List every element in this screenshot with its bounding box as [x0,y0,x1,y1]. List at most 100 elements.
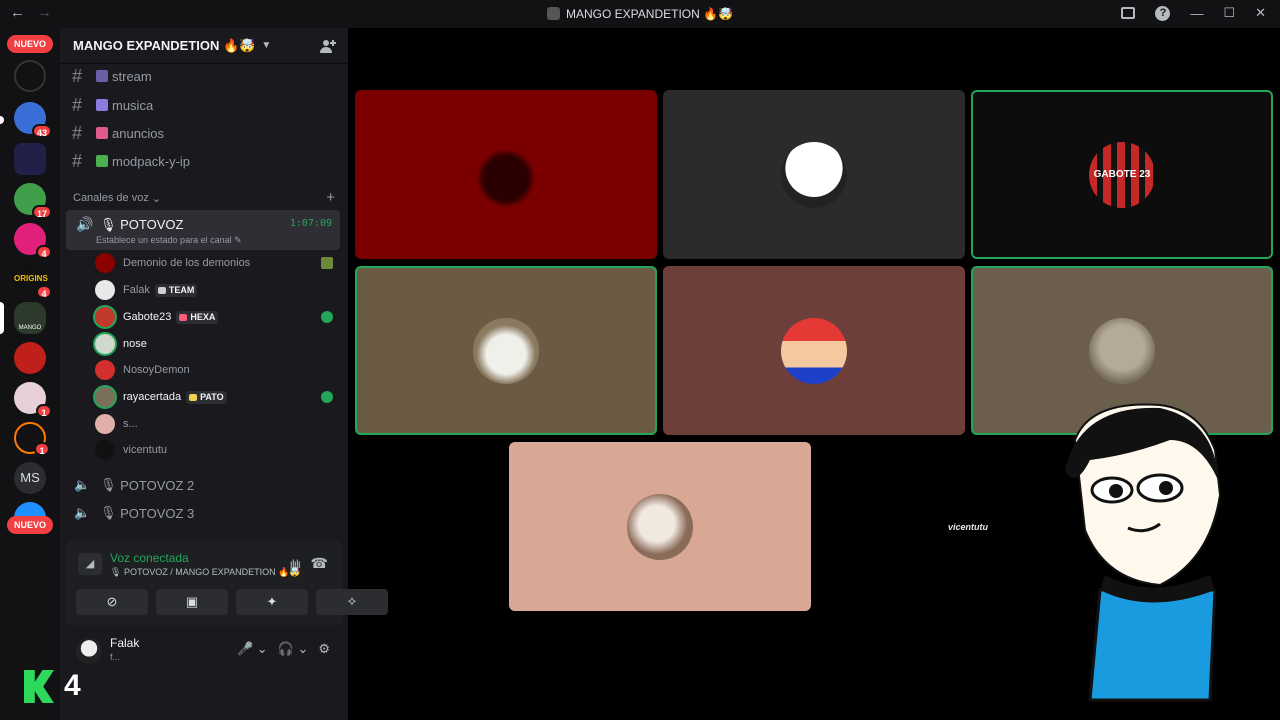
member-name: NosoyDemon [123,364,190,376]
soundboard-button[interactable]: ✧ [316,589,388,615]
hash-icon: # [72,150,83,171]
help-icon[interactable]: ? [1155,5,1171,21]
server-icon-7[interactable] [14,342,46,374]
screen-share-button[interactable]: ▣ [156,589,228,615]
voice-member[interactable]: s... [95,413,333,435]
channel-stream[interactable]: # stream [72,64,152,88]
channel-label: stream [112,68,152,84]
voice-member[interactable]: Falak TEAM [95,279,333,301]
channel-sidebar: MANGO EXPANDETION 🔥🤯 ▼ # stream # musica # a… [60,28,388,720]
video-tile[interactable]: GABOTE 23 [971,90,1273,259]
avatar [781,141,847,208]
headset-icon[interactable]: 🎧 ⌄ [278,641,309,657]
activities-button[interactable]: ✦ [236,589,308,615]
disconnect-icon[interactable]: ☎ [311,555,328,572]
clan-tag: PATO [186,390,227,404]
server-icon-1[interactable] [14,60,46,92]
user-status: f... [110,652,121,662]
member-name: s... [123,418,138,430]
voice-channel-potovoz-2[interactable]: 🔈 🎙 POTOVOZ 2 [74,473,194,497]
server-icon-origins[interactable]: ORIGINS 4 [14,263,52,299]
video-tile[interactable] [663,266,965,435]
channel-status[interactable]: Establece un estado para el canal ✎ [96,235,242,246]
voice-member[interactable]: rayacertada PATO [95,386,333,408]
avatar [95,280,115,300]
voice-category[interactable]: Canales de voz ⌄ + [73,190,335,205]
nuevo-badge-bottom: NUEVO [7,516,53,534]
avatar-text: vicentutu [947,521,988,532]
avatar[interactable] [76,638,102,664]
clan-tag-text: HEXA [190,312,216,322]
channel-musica[interactable]: # musica [72,93,153,117]
voice-location-text: POTOVOZ / MANGO EXPANDETION 🔥🤯 [123,567,301,577]
add-channel-icon[interactable]: + [326,190,335,205]
clan-tag-text: TEAM [168,285,195,295]
video-tile[interactable] [355,90,657,259]
maximize-button[interactable]: ☐ [1223,5,1235,21]
avatar [95,414,115,434]
channel-status-text: Establece un estado para el canal [96,235,232,245]
server-icon-9[interactable]: 1 [14,422,50,456]
server-icon-3[interactable] [14,143,46,175]
selected-pill [0,302,4,334]
member-name: Demonio de los demonios [123,257,251,269]
server-icon-4[interactable]: 17 [14,183,52,219]
avatar-text: GABOTE 23 [1093,169,1151,180]
channel-label: musica [112,97,154,113]
minimize-button[interactable]: — [1190,6,1203,21]
avatar [627,493,693,560]
mention-badge: 1 [36,404,52,418]
streamer-avatar-overlay [1065,403,1222,702]
member-name: rayacertada [123,391,182,403]
clan-tag: HEXA [176,310,219,324]
server-icon-2[interactable]: 43 [14,102,52,138]
streaming-icon [321,391,333,403]
voice-channel-name: POTOVOZ 3 [120,505,195,521]
emoji-icon [96,99,108,111]
channel-anuncios[interactable]: # anuncios [72,121,164,145]
user-panel: Falak f... 🎤 ⌄ 🎧 ⌄ ⚙ [66,631,342,671]
voice-member[interactable]: Gabote23 HEXA [95,306,333,328]
gear-icon[interactable]: ⚙ [318,641,330,657]
noise-suppression-icon[interactable]: ılılı [290,557,301,571]
inbox-icon[interactable] [1121,7,1136,19]
member-name: Falak [123,284,150,296]
channel-label: anuncios [112,125,165,141]
avatar [473,317,539,384]
camera-off-button[interactable]: ⊘ [76,589,148,615]
voice-member[interactable]: vicentutu [95,439,333,461]
user-name[interactable]: Falak [110,636,139,650]
voice-channel-potovoz[interactable]: 🔊 🎙 POTOVOZ 1:07:09 Establece un estado … [66,210,340,250]
chevron-down-icon: ▼ [261,40,272,51]
server-icon-8[interactable]: 1 [14,382,52,418]
hash-icon: # [72,65,83,86]
video-tile[interactable] [355,266,657,435]
server-icon-ms[interactable]: MS [14,462,46,494]
video-tile[interactable] [509,442,811,611]
avatar [473,141,539,208]
close-button[interactable]: ✕ [1255,5,1266,21]
emoji-icon [96,70,108,82]
avatar [95,360,115,380]
avatar [95,307,115,327]
voice-channel-potovoz-3[interactable]: 🔈 🎙 POTOVOZ 3 [74,501,194,525]
microphone-icon[interactable]: 🎤 ⌄ [237,641,268,657]
server-rail: NUEVO 43 17 4 ORIGINS 4 MANGO 1 1 MS NUEV… [0,28,60,720]
voice-member[interactable]: Demonio de los demonios [95,252,333,274]
voice-status[interactable]: Voz conectada [110,551,189,565]
mention-badge: 43 [31,124,52,138]
add-member-icon[interactable] [320,38,336,54]
server-icon-mango[interactable]: MANGO [14,302,46,334]
voice-member[interactable]: nose [95,333,333,355]
video-tile[interactable] [663,90,965,259]
server-icon-5[interactable]: 4 [14,223,52,259]
member-name: Gabote23 [123,311,172,323]
signal-icon[interactable]: ◢ [78,553,102,575]
voice-member[interactable]: NosoyDemon [95,359,333,381]
mention-badge: 4 [36,285,52,299]
server-name: MANGO EXPANDETION 🔥🤯 [73,37,256,53]
mention-badge: 4 [36,245,52,259]
channel-modpack[interactable]: # modpack-y-ip [72,149,190,173]
voice-location: 🎙 POTOVOZ / MANGO EXPANDETION 🔥🤯 [110,567,301,577]
server-header[interactable]: MANGO EXPANDETION 🔥🤯 ▼ [60,28,348,64]
